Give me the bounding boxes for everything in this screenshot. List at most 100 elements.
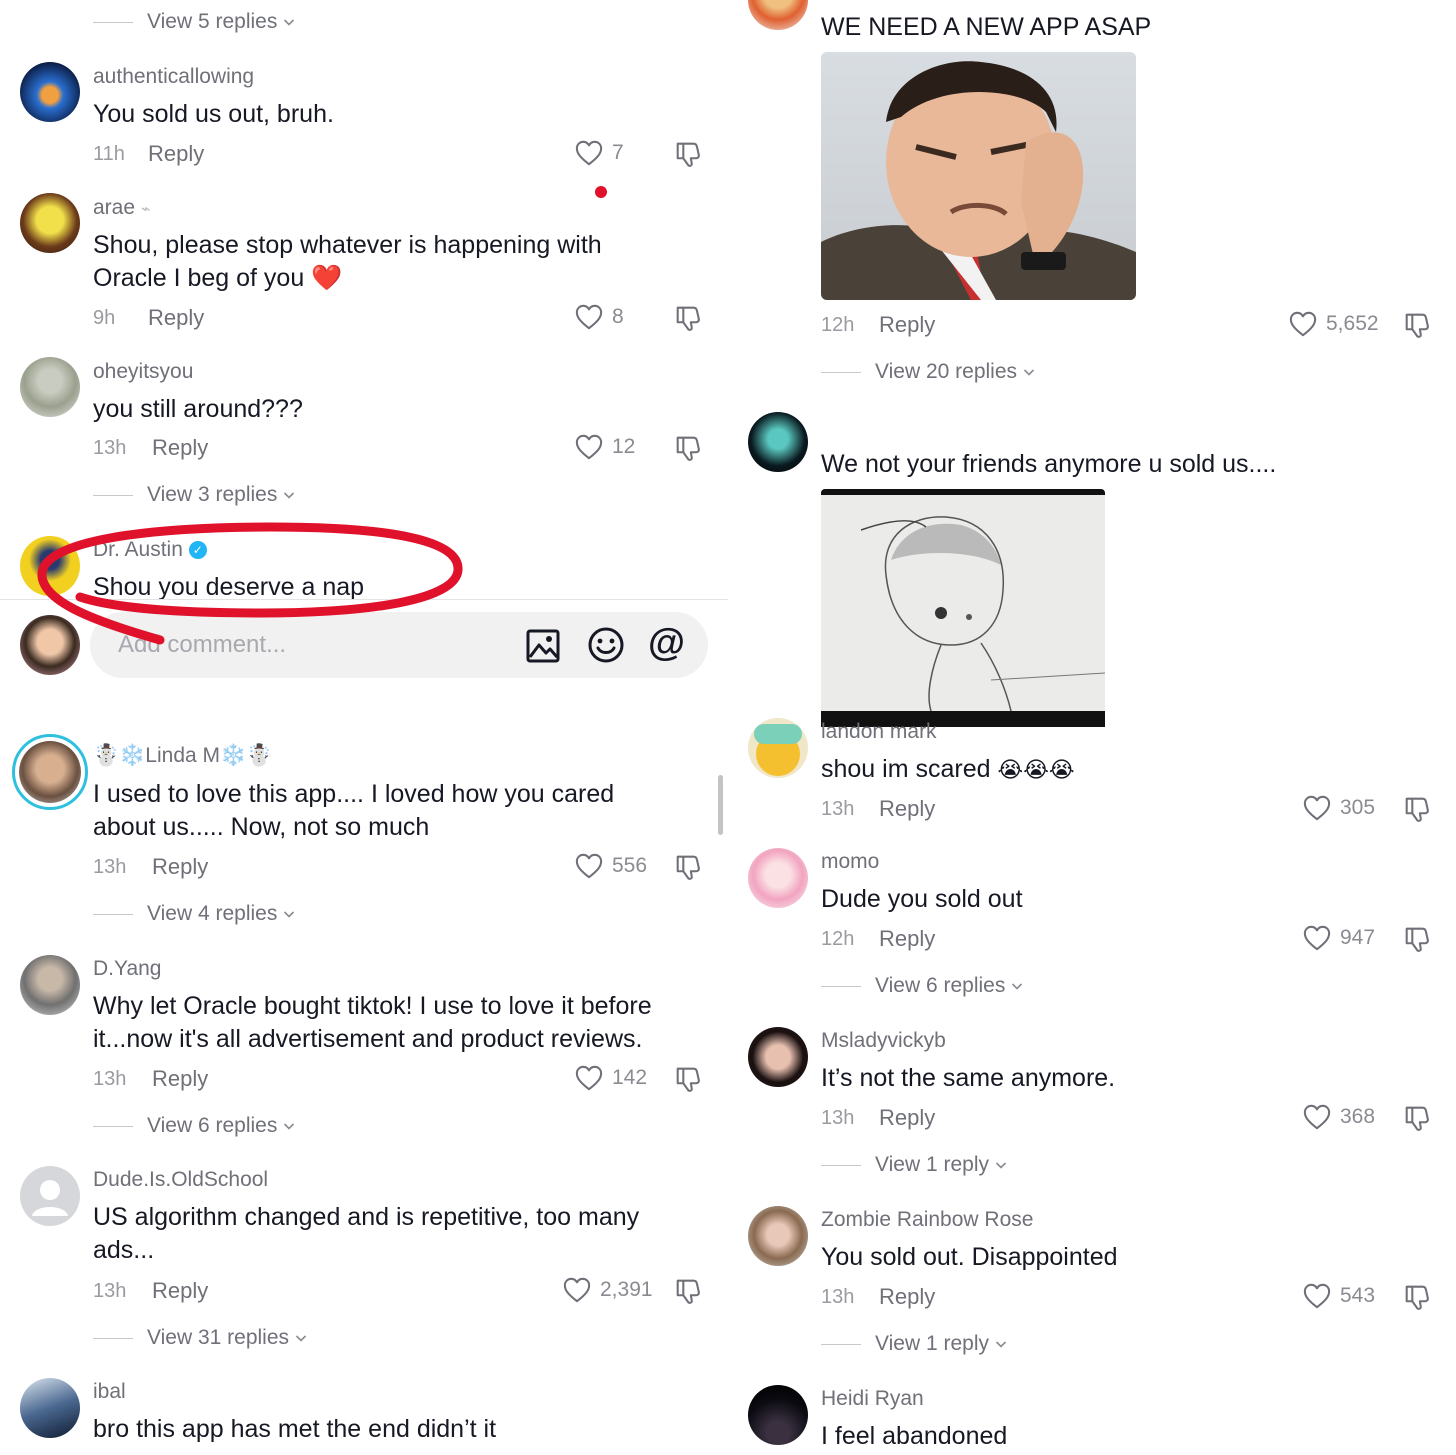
comment-text: shou im scared 😭😭😭 bbox=[821, 753, 1075, 786]
comment-time: 13h bbox=[93, 1068, 127, 1090]
avatar[interactable] bbox=[20, 1378, 80, 1438]
view-replies-button[interactable]: View 1 reply bbox=[821, 1153, 1007, 1177]
reply-button[interactable]: Reply bbox=[148, 305, 204, 331]
like-button[interactable]: 12 bbox=[574, 433, 635, 461]
like-button[interactable]: 543 bbox=[1302, 1282, 1375, 1310]
view-replies-button[interactable]: View 1 reply bbox=[821, 1332, 1007, 1356]
heart-icon bbox=[1302, 1103, 1332, 1131]
comment-username[interactable]: Zombie Rainbow Rose bbox=[821, 1208, 1033, 1232]
comment-text: you still around??? bbox=[93, 395, 303, 423]
avatar[interactable] bbox=[748, 1027, 808, 1087]
like-button[interactable]: 5,652 bbox=[1288, 310, 1379, 338]
like-button[interactable]: 947 bbox=[1302, 924, 1375, 952]
view-replies-button[interactable]: View 6 replies bbox=[821, 974, 1023, 998]
comment-username[interactable]: Heidi Ryan bbox=[821, 1387, 924, 1411]
like-count: 5,652 bbox=[1326, 312, 1379, 335]
avatar[interactable] bbox=[20, 62, 80, 122]
avatar[interactable] bbox=[748, 0, 808, 30]
view-replies-label: View 4 replies bbox=[147, 902, 278, 925]
reply-button[interactable]: Reply bbox=[879, 1105, 935, 1131]
view-replies-label: View 6 replies bbox=[147, 1114, 278, 1137]
like-button[interactable]: 7 bbox=[574, 139, 624, 167]
like-count: 2,391 bbox=[600, 1278, 653, 1301]
dislike-icon[interactable] bbox=[673, 852, 703, 882]
like-button[interactable]: 305 bbox=[1302, 794, 1375, 822]
reply-button[interactable]: Reply bbox=[152, 435, 208, 461]
like-button[interactable]: 556 bbox=[574, 852, 647, 880]
like-button[interactable]: 368 bbox=[1302, 1103, 1375, 1131]
like-button[interactable]: 142 bbox=[574, 1064, 647, 1092]
notification-dot bbox=[595, 186, 607, 198]
comment-username[interactable]: ibal bbox=[93, 1380, 126, 1404]
comment-username[interactable]: Msladyvickyb bbox=[821, 1029, 946, 1053]
dislike-icon[interactable] bbox=[1402, 310, 1432, 340]
dislike-icon[interactable] bbox=[1402, 1282, 1432, 1312]
reply-button[interactable]: Reply bbox=[879, 926, 935, 952]
avatar[interactable] bbox=[20, 193, 80, 253]
avatar[interactable] bbox=[748, 848, 808, 908]
dislike-icon[interactable] bbox=[673, 1064, 703, 1094]
heart-icon bbox=[574, 433, 604, 461]
image-icon[interactable] bbox=[526, 629, 560, 663]
view-replies-button[interactable]: View 3 replies bbox=[93, 483, 295, 507]
dislike-icon[interactable] bbox=[673, 1276, 703, 1306]
comment-image[interactable] bbox=[821, 52, 1136, 300]
comment-username[interactable]: ☃️❄️Linda M❄️☃️ bbox=[93, 744, 272, 768]
scrollbar[interactable] bbox=[718, 775, 723, 835]
comment-text: Shou, please stop whatever is happening … bbox=[93, 231, 602, 259]
avatar[interactable] bbox=[748, 1206, 808, 1266]
like-button[interactable]: 2,391 bbox=[562, 1276, 653, 1304]
comment-time: 13h bbox=[93, 437, 127, 459]
avatar[interactable] bbox=[748, 1385, 808, 1445]
dislike-icon[interactable] bbox=[1402, 924, 1432, 954]
reply-button[interactable]: Reply bbox=[879, 1284, 935, 1310]
emoji-icon[interactable] bbox=[587, 626, 625, 664]
avatar[interactable] bbox=[20, 955, 80, 1015]
crying-emoji-icon: 😭😭😭 bbox=[997, 757, 1075, 782]
avatar[interactable] bbox=[20, 1166, 80, 1226]
comment-username[interactable]: authenticallowing bbox=[93, 65, 254, 89]
comment-time: 13h bbox=[93, 856, 127, 878]
view-replies-label: View 3 replies bbox=[147, 483, 278, 506]
view-replies-button[interactable]: View 31 replies bbox=[93, 1326, 307, 1350]
view-replies-button[interactable]: View 6 replies bbox=[93, 1114, 295, 1138]
reply-button[interactable]: Reply bbox=[152, 1278, 208, 1304]
mention-icon[interactable]: @ bbox=[648, 622, 685, 665]
comment-image[interactable] bbox=[821, 489, 1105, 727]
comment-username[interactable]: D.Yang bbox=[93, 957, 162, 981]
dislike-icon[interactable] bbox=[1402, 794, 1432, 824]
view-replies-button[interactable]: View 4 replies bbox=[93, 902, 295, 926]
avatar[interactable] bbox=[748, 718, 808, 778]
reply-button[interactable]: Reply bbox=[152, 854, 208, 880]
divider bbox=[93, 1125, 133, 1127]
comment-username[interactable]: oheyitsyou bbox=[93, 360, 193, 384]
dislike-icon[interactable] bbox=[1402, 1103, 1432, 1133]
reply-button[interactable]: Reply bbox=[152, 1066, 208, 1092]
reply-button[interactable]: Reply bbox=[879, 312, 935, 338]
heart-icon bbox=[1302, 924, 1332, 952]
avatar[interactable] bbox=[748, 412, 808, 472]
comment-username[interactable]: arae ⌁ bbox=[93, 196, 151, 220]
dislike-icon[interactable] bbox=[673, 139, 703, 169]
reply-button[interactable]: Reply bbox=[148, 141, 204, 167]
divider bbox=[821, 1343, 861, 1345]
comment-username[interactable]: momo bbox=[821, 850, 879, 874]
reply-button[interactable]: Reply bbox=[879, 796, 935, 822]
dislike-icon[interactable] bbox=[673, 433, 703, 463]
avatar[interactable] bbox=[12, 734, 88, 810]
comment-time: 12h bbox=[821, 928, 855, 950]
heart-icon bbox=[562, 1276, 592, 1304]
view-replies-button[interactable]: View 5 replies bbox=[93, 10, 295, 34]
comment-username[interactable]: Dude.Is.OldSchool bbox=[93, 1168, 268, 1192]
comment-time: 12h bbox=[821, 314, 855, 336]
view-replies-button[interactable]: View 20 replies bbox=[821, 360, 1035, 384]
dislike-icon[interactable] bbox=[673, 303, 703, 333]
comment-username[interactable]: landon mark bbox=[821, 720, 937, 744]
like-count: 142 bbox=[612, 1066, 648, 1089]
chevron-down-icon bbox=[1023, 366, 1035, 378]
badge-icon: ⌁ bbox=[140, 201, 151, 218]
comment-text: bro this app has met the end didn’t it bbox=[93, 1415, 497, 1443]
like-button[interactable]: 8 bbox=[574, 303, 624, 331]
view-replies-label: View 20 replies bbox=[875, 360, 1018, 383]
avatar[interactable] bbox=[20, 357, 80, 417]
